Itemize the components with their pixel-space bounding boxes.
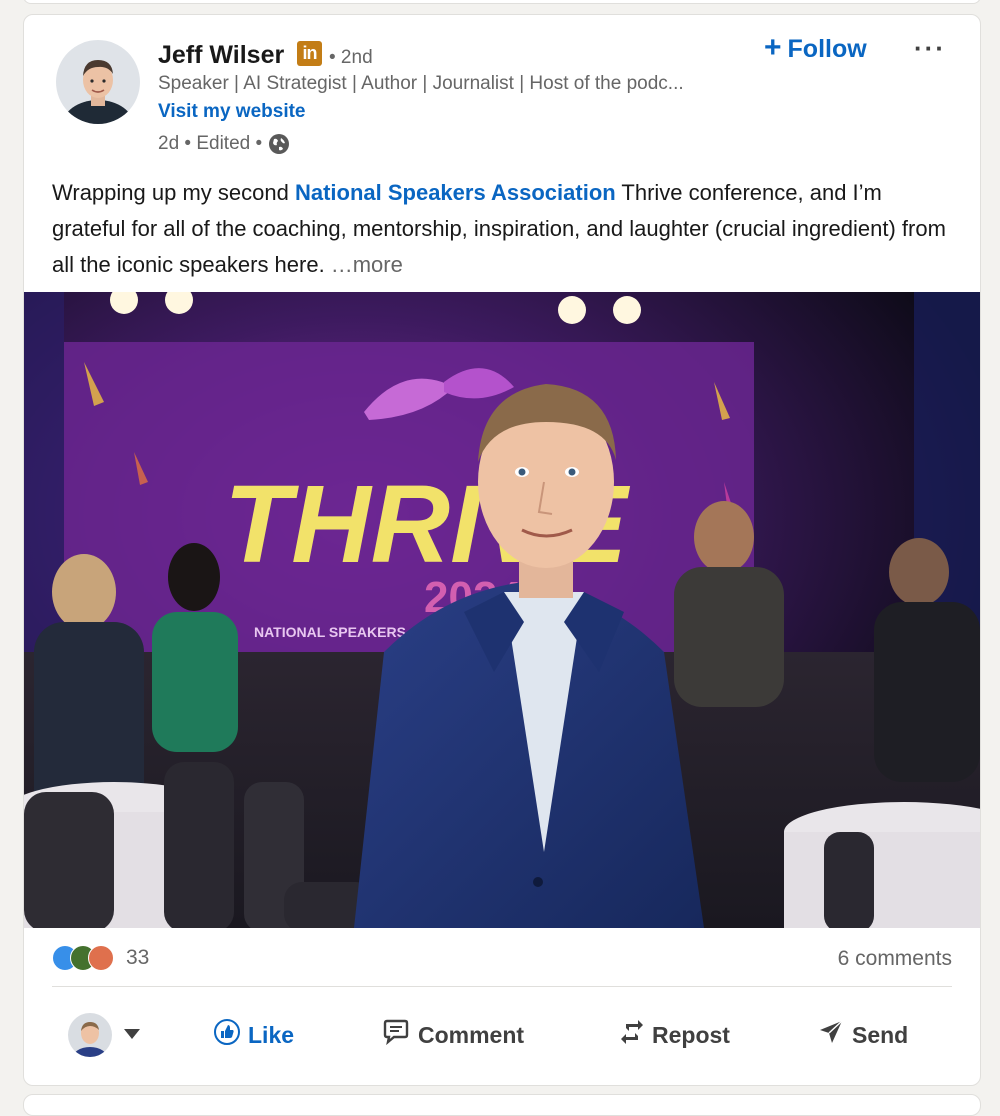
comment-label: Comment [418,1021,525,1048]
visit-website-link[interactable]: Visit my website [158,101,306,123]
send-icon [818,1019,844,1051]
like-icon [214,1019,240,1051]
comment-icon [382,1019,410,1051]
reactions-summary[interactable]: 33 [52,945,149,971]
post-text-part1: Wrapping up my second [52,180,295,205]
reaction-icons [52,945,122,971]
current-user-avatar [68,1013,112,1057]
repost-button[interactable]: Repost [620,1005,730,1065]
globe-icon [268,133,290,155]
post-actions-bar: Like Comment Repost Send [24,1005,980,1065]
send-label: Send [852,1021,909,1048]
divider [52,986,952,987]
actor-selector[interactable] [68,1013,140,1057]
like-button[interactable]: Like [214,1005,294,1065]
connection-degree: • 2nd [329,47,373,68]
follow-button[interactable]: + Follow [764,31,867,64]
send-button[interactable]: Send [818,1005,908,1065]
like-label: Like [248,1021,295,1048]
comments-count[interactable]: 6 comments [838,947,952,971]
post-timestamp: 2d • Edited • [158,133,263,154]
more-options-icon[interactable]: ··· [914,33,946,64]
post-text: Wrapping up my second National Speakers … [52,175,952,283]
repost-icon [620,1018,644,1052]
post-image[interactable]: THRIVE 2024 NATIONAL SPEAKERS ASSOCIATIO… [24,292,980,928]
feed-post-card: Jeff Wilser in • 2nd Speaker | AI Strate… [23,14,981,1086]
follow-label: Follow [787,35,867,63]
reaction-count: 33 [126,946,150,969]
comment-button[interactable]: Comment [382,1005,524,1065]
plus-icon: + [764,31,782,64]
mention-link[interactable]: National Speakers Association [295,180,616,205]
next-post-edge [23,1094,981,1116]
see-more-link[interactable]: …more [331,252,403,277]
author-name[interactable]: Jeff Wilser [158,41,284,70]
linkedin-premium-icon: in [297,41,322,66]
author-headline: Speaker | AI Strategist | Author | Journ… [158,73,684,94]
love-reaction-icon [88,945,114,971]
chevron-down-icon [124,1026,140,1044]
repost-label: Repost [652,1021,730,1048]
author-avatar[interactable] [56,40,140,124]
post-meta: 2d • Edited • [158,133,290,155]
previous-post-edge [23,0,981,4]
